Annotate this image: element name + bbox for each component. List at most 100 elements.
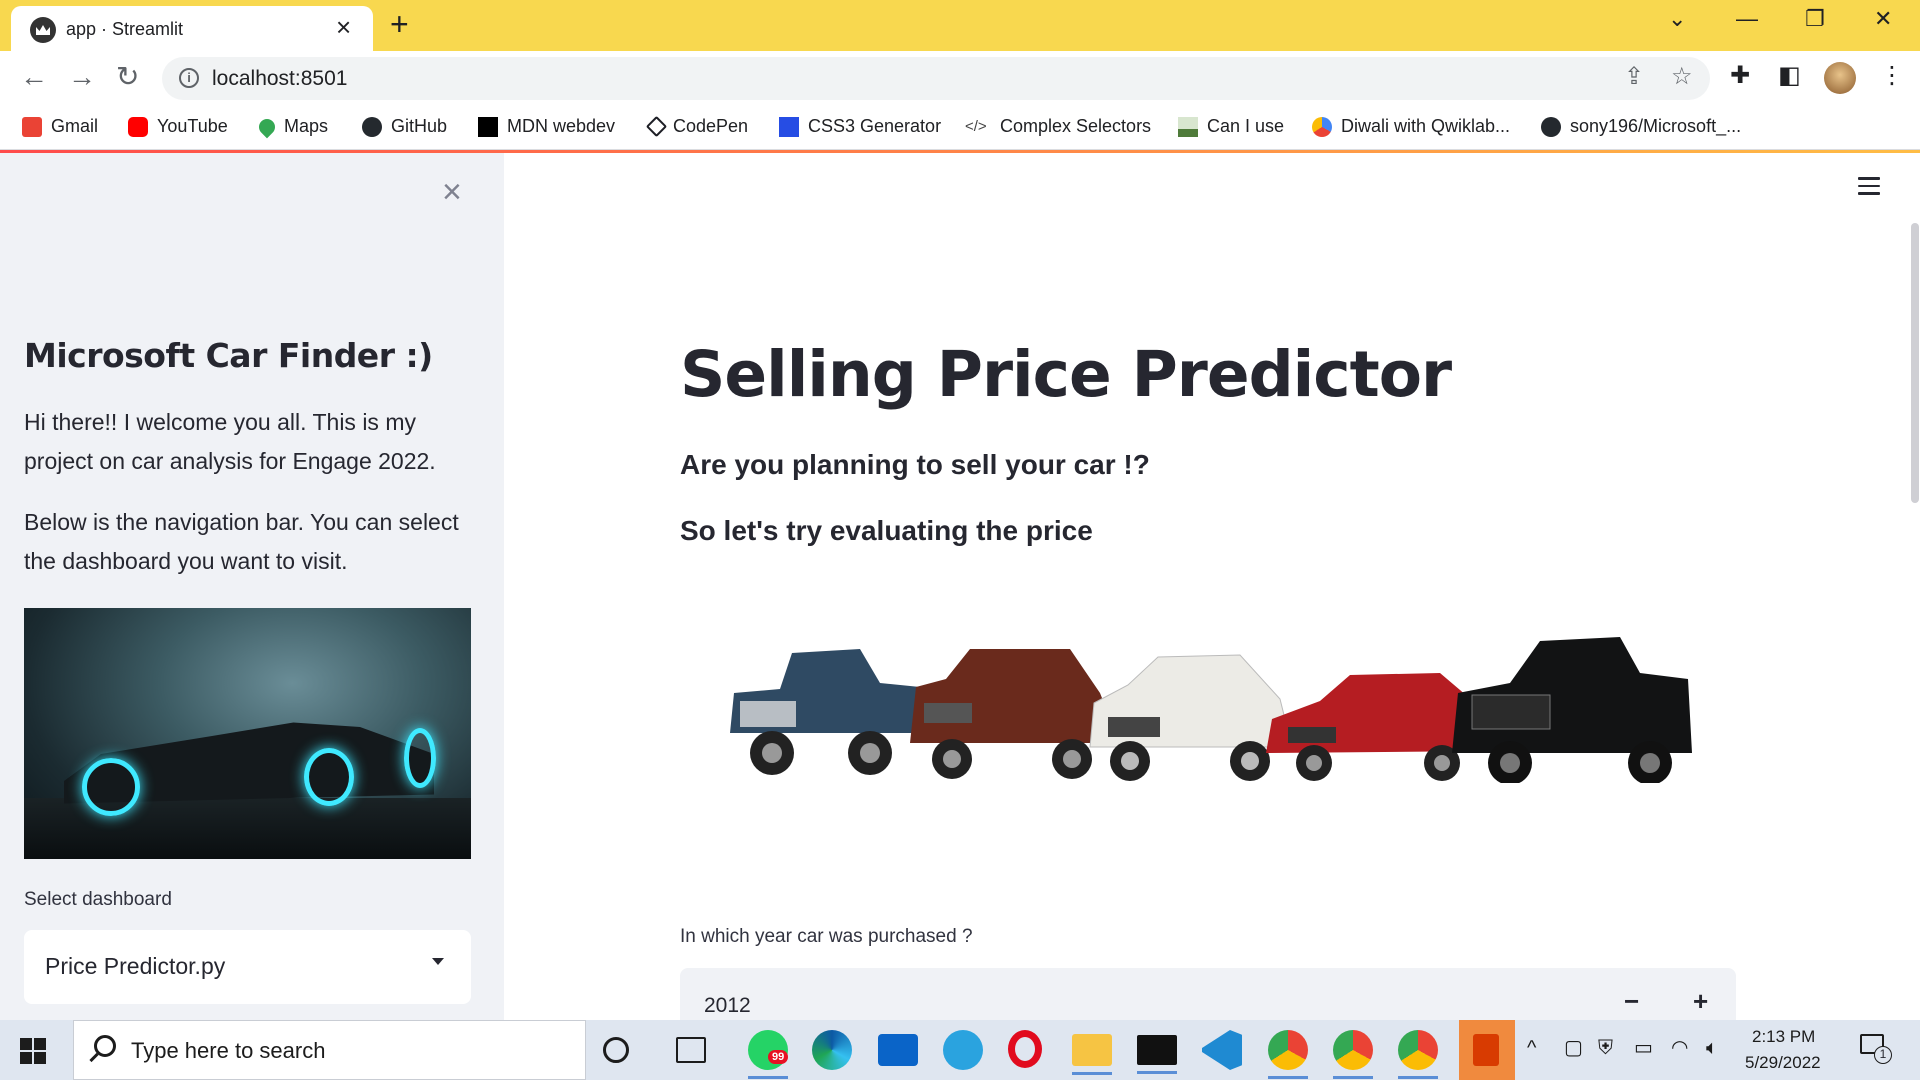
new-tab-button[interactable]: + xyxy=(390,8,409,40)
url-text[interactable]: localhost:8501 xyxy=(212,67,347,91)
restore-button[interactable]: ❐ xyxy=(1805,8,1825,30)
side-panel-icon[interactable]: ◧ xyxy=(1778,64,1801,88)
css3-icon xyxy=(779,116,799,137)
bookmark-label: Diwali with Qwiklab... xyxy=(1341,116,1511,136)
show-hidden-icons-chevron-icon[interactable]: ^ xyxy=(1527,1038,1536,1058)
bookmark-can-i-use[interactable]: Can I use xyxy=(1178,116,1284,137)
vscode-icon[interactable] xyxy=(1202,1030,1242,1070)
windows-taskbar: Type here to search 99 ^ ▢ ⛨ ▭ ◠ 🔈︎ 2:13… xyxy=(0,1020,1920,1080)
notification-center-icon[interactable]: 1 xyxy=(1860,1034,1892,1064)
tab-close-icon[interactable]: × xyxy=(336,14,351,40)
bookmark-gmail[interactable]: Gmail xyxy=(22,116,98,137)
bookmark-label: CodePen xyxy=(673,116,749,136)
bookmark-sony196-microsoft[interactable]: sony196/Microsoft_... xyxy=(1541,116,1741,137)
caniuse-icon xyxy=(1178,116,1198,137)
bookmark-youtube[interactable]: YouTube xyxy=(128,116,228,137)
edge-browser-icon[interactable] xyxy=(812,1030,852,1070)
sidebar: × Microsoft Car Finder :) Hi there!! I w… xyxy=(0,153,504,1020)
browser-tab-active[interactable]: app · Streamlit × xyxy=(11,6,373,51)
browser-toolbar: ← → ↻ i localhost:8501 ⇪ ☆ ✚ ◧ ⋮ xyxy=(0,51,1920,106)
sidebar-title: Microsoft Car Finder :) xyxy=(24,336,433,375)
wifi-icon[interactable]: ◠ xyxy=(1671,1038,1688,1058)
reload-button[interactable]: ↻ xyxy=(116,63,139,91)
office-icon[interactable] xyxy=(1459,1020,1515,1080)
tab-search-chevron-icon[interactable]: ⌄ xyxy=(1668,8,1686,30)
pickup-blue xyxy=(730,649,926,775)
glowing-wheel-middle xyxy=(304,748,354,806)
purchase-year-label: In which year car was purchased ? xyxy=(680,926,973,947)
notification-count: 1 xyxy=(1874,1046,1892,1064)
terminal-icon[interactable] xyxy=(1137,1035,1177,1074)
cortana-icon[interactable] xyxy=(603,1037,629,1063)
taskbar-search-placeholder: Type here to search xyxy=(131,1038,326,1063)
bookmark-complex-selectors[interactable]: </> Complex Selectors xyxy=(965,116,1151,137)
select-dashboard-label: Select dashboard xyxy=(24,889,172,910)
sports-car-image xyxy=(24,608,471,859)
back-button[interactable]: ← xyxy=(20,63,48,91)
share-icon[interactable]: ⇪ xyxy=(1624,65,1644,89)
address-bar[interactable]: i localhost:8501 ⇪ ☆ xyxy=(162,57,1710,100)
chrome-profile-3-icon[interactable] xyxy=(1398,1030,1438,1079)
window-close-button[interactable]: ✕ xyxy=(1874,8,1892,30)
page-title: Selling Price Predictor xyxy=(680,338,1452,411)
meet-now-icon[interactable]: ▢ xyxy=(1564,1038,1583,1058)
decrement-button[interactable]: − xyxy=(1624,988,1639,1014)
extensions-puzzle-icon[interactable]: ✚ xyxy=(1730,64,1750,88)
sidebar-nav-hint-text: Below is the navigation bar. You can sel… xyxy=(24,509,459,574)
windows-start-button[interactable] xyxy=(20,1038,46,1064)
bookmark-css3-generator[interactable]: CSS3 Generator xyxy=(779,116,941,137)
github-icon xyxy=(362,116,382,137)
battery-icon[interactable]: ▭ xyxy=(1634,1038,1653,1058)
opera-icon[interactable] xyxy=(1008,1030,1042,1068)
taskbar-search-box[interactable]: Type here to search xyxy=(73,1020,586,1080)
car-lineup-image xyxy=(730,637,1692,783)
whatsapp-badge: 99 xyxy=(768,1050,789,1064)
security-icon[interactable]: ⛨ xyxy=(1598,1038,1613,1058)
bookmark-codepen[interactable]: CodePen xyxy=(645,115,749,138)
browser-tab-bar: app · Streamlit × + ⌄ — ❐ ✕ xyxy=(0,0,1920,51)
mail-icon[interactable] xyxy=(878,1034,918,1066)
bookmark-label: Maps xyxy=(284,116,329,136)
main-scrollbar[interactable] xyxy=(1911,223,1919,503)
office-logo xyxy=(1473,1034,1499,1066)
google-cloud-icon xyxy=(1312,116,1332,137)
suv-red-brown xyxy=(910,649,1120,779)
whatsapp-icon[interactable]: 99 xyxy=(748,1030,789,1079)
github-icon xyxy=(1541,116,1561,137)
purchase-year-number-input[interactable]: 2012 − + xyxy=(680,968,1736,1020)
bookmark-maps[interactable]: Maps xyxy=(255,115,329,138)
mdn-icon xyxy=(478,116,498,137)
increment-button[interactable]: + xyxy=(1693,988,1708,1014)
profile-avatar[interactable] xyxy=(1824,62,1856,94)
dashboard-select[interactable]: Price Predictor.py xyxy=(24,930,471,1004)
bookmark-label: GitHub xyxy=(391,116,448,136)
bookmark-label: Can I use xyxy=(1207,116,1285,136)
codepen-icon xyxy=(645,115,668,138)
bookmark-diwali-qwiklabs[interactable]: Diwali with Qwiklab... xyxy=(1312,116,1510,137)
telegram-icon[interactable] xyxy=(943,1030,983,1070)
hamburger-menu-icon[interactable] xyxy=(1858,177,1880,195)
site-info-icon[interactable]: i xyxy=(179,68,199,88)
task-view-icon[interactable] xyxy=(676,1037,706,1063)
caret-down-icon xyxy=(432,958,444,965)
sidebar-close-icon[interactable]: × xyxy=(442,175,462,209)
clock-date[interactable]: 5/29/2022 xyxy=(1745,1053,1821,1073)
bookmark-label: MDN webdev xyxy=(507,116,616,136)
bookmarks-bar: Gmail YouTube Maps GitHub MDN webdev Cod… xyxy=(0,106,1920,150)
purchase-year-value[interactable]: 2012 xyxy=(704,994,751,1018)
clock-time[interactable]: 2:13 PM xyxy=(1752,1027,1815,1047)
minimize-button[interactable]: — xyxy=(1736,8,1758,30)
volume-icon[interactable]: 🔈︎ xyxy=(1706,1038,1718,1058)
forward-button[interactable]: → xyxy=(68,63,96,91)
bookmark-star-icon[interactable]: ☆ xyxy=(1671,65,1693,89)
chrome-profile-2-icon[interactable] xyxy=(1333,1030,1373,1079)
bookmark-github[interactable]: GitHub xyxy=(362,116,447,137)
file-explorer-icon[interactable] xyxy=(1072,1034,1112,1075)
chrome-profile-1-icon[interactable] xyxy=(1268,1030,1308,1079)
tab-title: app · Streamlit xyxy=(66,19,184,39)
bookmark-mdn[interactable]: MDN webdev xyxy=(478,116,615,137)
bookmark-label: sony196/Microsoft_... xyxy=(1570,116,1742,136)
bookmark-label: Gmail xyxy=(51,116,99,136)
browser-menu-icon[interactable]: ⋮ xyxy=(1880,64,1904,88)
glowing-wheel-rear xyxy=(404,728,436,788)
